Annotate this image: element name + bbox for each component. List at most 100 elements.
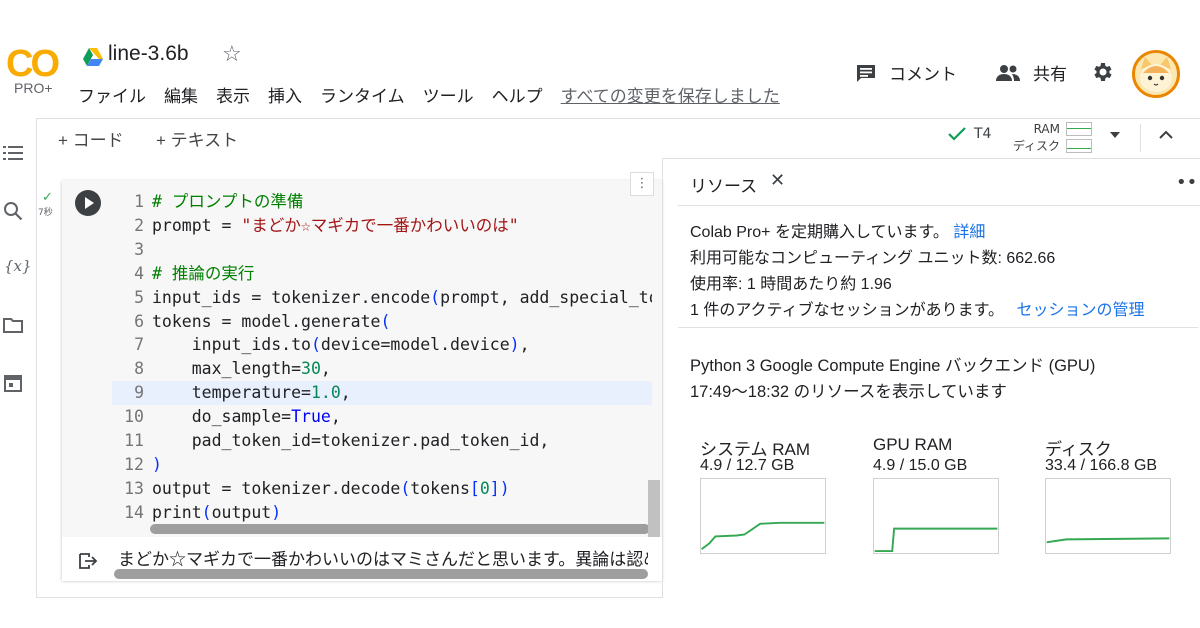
menu-view[interactable]: 表示	[216, 82, 250, 106]
gpu-ram-value: 4.9 / 15.0 GB	[873, 457, 968, 474]
code-line[interactable]: 3	[112, 238, 652, 262]
code-text: print(output)	[152, 502, 282, 522]
comment-label: コメント	[889, 65, 957, 84]
menu-insert[interactable]: 挿入	[268, 82, 302, 106]
panel-top-border	[662, 158, 1200, 159]
code-text: # 推論の実行	[152, 263, 255, 283]
calendar-icon[interactable]	[2, 372, 24, 394]
code-line[interactable]: 5 input_ids = tokenizer.encode(prompt, ad…	[112, 286, 652, 310]
more-options-icon[interactable]: •••	[1176, 172, 1200, 193]
system-ram-value: 4.9 / 12.7 GB	[700, 457, 795, 474]
system-ram-graph	[700, 478, 826, 554]
code-text: temperature=1.0,	[152, 383, 351, 403]
variables-icon[interactable]: {x}	[4, 257, 32, 275]
cell-exec-time: 7秒	[38, 208, 53, 218]
line-number: 3	[134, 239, 144, 259]
output-horizontal-scrollbar[interactable]	[114, 569, 648, 579]
manage-sessions-link[interactable]: セッションの管理	[1016, 302, 1144, 319]
code-text: )	[152, 454, 162, 474]
bottom-divider	[36, 597, 663, 598]
line-number: 2	[134, 215, 144, 235]
code-line[interactable]: 12)	[112, 453, 652, 477]
code-line[interactable]: 10 do_sample=True,	[112, 405, 652, 429]
tab-resources[interactable]: リソース	[690, 172, 757, 197]
settings-gear-icon[interactable]	[1090, 60, 1114, 84]
table-of-contents-icon[interactable]	[2, 142, 24, 164]
resource-meters[interactable]: RAM ディスク	[1002, 120, 1092, 154]
share-label: 共有	[1033, 65, 1067, 84]
menu-tools[interactable]: ツール	[423, 82, 474, 106]
code-line[interactable]: 7 input_ids.to(device=model.device),	[112, 333, 652, 357]
star-icon[interactable]: ☆	[222, 42, 242, 67]
menu-bar: ファイル 編集 表示 挿入 ランタイム ツール ヘルプ すべての変更を保存しまし…	[78, 82, 798, 106]
code-text: max_length=30,	[152, 359, 331, 379]
runtime-status[interactable]: T4	[948, 126, 991, 142]
line-number: 1	[134, 192, 144, 211]
run-cell-button[interactable]	[75, 190, 101, 216]
disk-value: 33.4 / 166.8 GB	[1045, 457, 1158, 474]
menu-file[interactable]: ファイル	[78, 82, 146, 106]
colab-logo[interactable]: CO PRO+	[6, 44, 66, 100]
line-number: 7	[134, 335, 144, 355]
line-number: 13	[124, 478, 144, 498]
code-text: input_ids.to(device=model.device),	[152, 335, 530, 355]
line-number: 6	[134, 311, 144, 331]
code-line[interactable]: 9 temperature=1.0,	[112, 381, 652, 406]
info-divider	[678, 327, 1198, 328]
add-code-button[interactable]: + コード	[58, 126, 124, 151]
comment-icon	[857, 64, 875, 82]
line-number: 12	[124, 454, 144, 474]
runtime-dropdown-icon[interactable]	[1110, 132, 1120, 138]
code-line[interactable]: 13 output = tokenizer.decode(tokens[0])	[112, 477, 652, 501]
session-text: 1 件のアクティブなセッションがあります。	[690, 302, 1004, 319]
compute-units: 利用可能なコンピューティング ユニット数: 662.66	[690, 250, 1056, 267]
google-drive-icon[interactable]	[83, 48, 103, 66]
code-horizontal-scrollbar[interactable]	[150, 524, 650, 534]
line-number: 11	[124, 431, 144, 451]
disk-label: ディスク	[1012, 139, 1060, 153]
menu-edit[interactable]: 編集	[164, 82, 198, 106]
tab-divider	[678, 205, 1200, 206]
menu-help[interactable]: ヘルプ	[492, 82, 543, 106]
add-text-button[interactable]: + テキスト	[156, 126, 238, 151]
user-avatar[interactable]	[1132, 50, 1180, 98]
code-line[interactable]: 8 max_length=30,	[112, 357, 652, 381]
close-icon[interactable]: ✕	[770, 170, 785, 191]
code-editor[interactable]: 1 # プロンプトの準備 2 prompt = "まどか☆マギカで一番かわいいのは" 3…	[112, 190, 652, 522]
line-number: 4	[134, 263, 144, 283]
disk-line	[1046, 537, 1170, 544]
ram-mini-meter	[1066, 121, 1092, 136]
people-icon	[996, 64, 1020, 81]
gpu-ram-graph	[873, 478, 999, 554]
search-icon[interactable]	[2, 200, 24, 222]
code-line[interactable]: 11 pad_token_id=tokenizer.pad_token_id,	[112, 429, 652, 453]
usage-rate: 使用率: 1 時間あたり約 1.96	[690, 276, 892, 293]
notebook-title[interactable]: line-3.6b	[108, 42, 189, 66]
save-status-link[interactable]: すべての変更を保存しました	[561, 82, 780, 106]
line-number: 5	[134, 287, 144, 307]
code-line[interactable]: 14 print(output)	[112, 501, 652, 522]
code-line[interactable]: 2 prompt = "まどか☆マギカで一番かわいいのは"	[112, 214, 652, 238]
code-text: pad_token_id=tokenizer.pad_token_id,	[152, 431, 550, 451]
folder-icon[interactable]	[2, 314, 24, 336]
share-button[interactable]: 共有	[995, 60, 1067, 85]
chevron-up-icon[interactable]	[1157, 126, 1175, 144]
code-line[interactable]: 1 # プロンプトの準備	[112, 190, 652, 214]
code-text: output = tokenizer.decode(tokens[0])	[152, 478, 510, 498]
gpu-ram-line	[874, 527, 998, 553]
comment-button[interactable]: コメント	[855, 60, 957, 85]
cell-vertical-scrollbar[interactable]	[648, 480, 660, 540]
menu-runtime[interactable]: ランタイム	[320, 82, 405, 106]
panel-divider	[662, 158, 663, 598]
details-link[interactable]: 詳細	[953, 224, 985, 241]
rail-divider	[36, 118, 37, 598]
output-icon[interactable]	[78, 553, 98, 569]
code-line[interactable]: 6 tokens = model.generate(	[112, 310, 652, 334]
check-icon	[948, 127, 966, 141]
toolbar-divider	[36, 118, 1200, 119]
disk-mini-meter	[1066, 138, 1092, 153]
code-text: prompt = "まどか☆マギカで一番かわいいのは"	[152, 215, 519, 235]
code-line[interactable]: 4 # 推論の実行	[112, 262, 652, 286]
code-text: tokens = model.generate(	[152, 311, 391, 331]
line-number: 10	[124, 407, 144, 427]
